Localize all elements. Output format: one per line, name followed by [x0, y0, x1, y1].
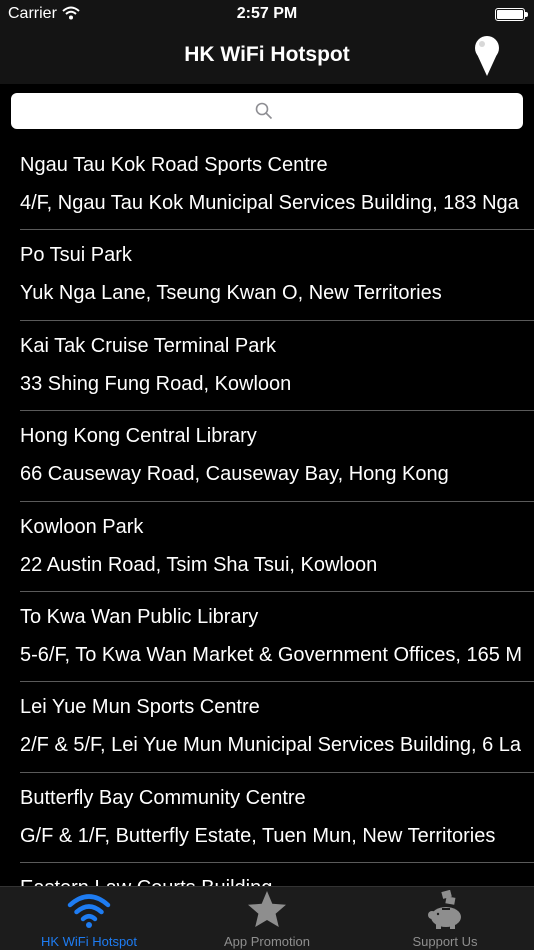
- navigation-bar: HK WiFi Hotspot: [0, 28, 534, 84]
- search-input[interactable]: [11, 93, 523, 129]
- hotspot-name: Kai Tak Cruise Terminal Park: [20, 334, 277, 357]
- list-item[interactable]: Lei Yue Mun Sports Centre 2/F & 5/F, Lei…: [0, 682, 534, 773]
- hotspot-address: 33 Shing Fung Road, Kowloon: [20, 372, 292, 395]
- search-bar: [0, 84, 534, 138]
- hotspot-name: To Kwa Wan Public Library: [20, 605, 259, 628]
- hotspot-name: Ngau Tau Kok Road Sports Centre: [20, 154, 328, 176]
- hotspot-address: 66 Causeway Road, Causeway Bay, Hong Kon…: [20, 463, 449, 486]
- hotspot-address: 22 Austin Road, Tsim Sha Tsui, Kowloon: [20, 553, 378, 576]
- hotspot-name: Po Tsui Park: [20, 244, 132, 267]
- list-item[interactable]: Ngau Tau Kok Road Sports Centre 4/F, Nga…: [0, 140, 534, 231]
- tab-app-promotion[interactable]: App Promotion: [178, 887, 356, 950]
- list-item[interactable]: Kai Tak Cruise Terminal Park 33 Shing Fu…: [0, 321, 534, 412]
- hotspot-address: G/F & 1/F, Butterfly Estate, Tuen Mun, N…: [20, 824, 496, 847]
- tab-bar: HK WiFi Hotspot App Promotion Support Us: [0, 886, 534, 950]
- hotspot-name: Kowloon Park: [20, 515, 144, 538]
- tab-label: HK WiFi Hotspot: [40, 934, 138, 949]
- hotspot-name: Hong Kong Central Library: [20, 425, 257, 448]
- hotspot-address: 2/F & 5/F, Lei Yue Mun Municipal Service…: [20, 734, 522, 757]
- list-item[interactable]: Po Tsui Park Yuk Nga Lane, Tseung Kwan O…: [0, 230, 534, 321]
- status-time: 2:57 PM: [236, 5, 298, 22]
- hotspot-address: 5-6/F, To Kwa Wan Market & Government Of…: [20, 643, 523, 666]
- list-item[interactable]: To Kwa Wan Public Library 5-6/F, To Kwa …: [0, 592, 534, 683]
- map-pin-button[interactable]: [472, 34, 502, 78]
- hotspot-name: Eastern Law Courts Building: [20, 877, 272, 886]
- hotspot-name: Lei Yue Mun Sports Centre: [20, 696, 260, 719]
- piggy-bank-icon: [428, 890, 461, 929]
- tab-label: App Promotion: [224, 934, 310, 949]
- list-item[interactable]: Kowloon Park 22 Austin Road, Tsim Sha Ts…: [0, 502, 534, 592]
- list-item[interactable]: Eastern Law Courts Building: [0, 863, 534, 886]
- map-pin-icon: [475, 36, 499, 76]
- hotspot-name: Butterfly Bay Community Centre: [20, 786, 306, 809]
- hotspot-list: Ngau Tau Kok Road Sports Centre 4/F, Nga…: [0, 140, 534, 886]
- tab-label: Support Us: [412, 934, 478, 949]
- hotspot-address: Yuk Nga Lane, Tseung Kwan O, New Territo…: [20, 282, 442, 305]
- tab-support-us[interactable]: Support Us: [356, 887, 534, 950]
- hotspot-address: 4/F, Ngau Tau Kok Municipal Services Bui…: [20, 192, 519, 214]
- list-item[interactable]: Butterfly Bay Community Centre G/F & 1/F…: [0, 773, 534, 864]
- star-icon: [248, 891, 286, 927]
- search-field[interactable]: [11, 93, 523, 129]
- page-title: HK WiFi Hotspot: [184, 43, 350, 66]
- wifi-icon: [67, 894, 111, 928]
- status-bar: Carrier 2:57 PM: [0, 0, 534, 28]
- list-item[interactable]: Hong Kong Central Library 66 Causeway Ro…: [0, 411, 534, 502]
- tab-hk-wifi-hotspot[interactable]: HK WiFi Hotspot: [0, 887, 178, 950]
- battery-icon: [495, 8, 528, 21]
